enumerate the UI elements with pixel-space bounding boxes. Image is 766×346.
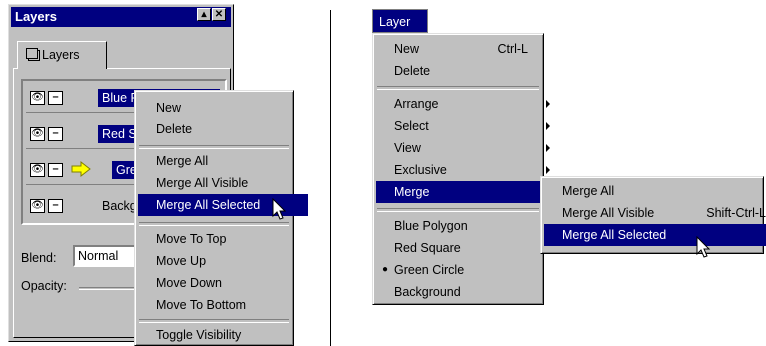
menu-item-layer-blue-polygon[interactable]: Blue Polygon (376, 215, 558, 237)
menu-separator (139, 222, 289, 226)
menu-item-label: Merge (394, 185, 430, 199)
lock-toggle-icon[interactable]: – (48, 91, 63, 105)
tab-layers[interactable]: Layers (17, 41, 107, 69)
submenu-arrow-icon (546, 144, 550, 152)
menu-item-new[interactable]: New Ctrl-L (376, 38, 558, 60)
menu-item-label: Arrange (394, 97, 439, 111)
menu-item-toggle-visibility[interactable]: Toggle Visibility (138, 324, 308, 346)
menu-item-shortcut: Shift-Ctrl-L (706, 206, 766, 220)
menu-item-label: Merge All Selected (156, 198, 261, 212)
menu-item-delete[interactable]: Delete (138, 118, 308, 140)
lock-toggle-icon[interactable]: – (48, 199, 63, 213)
close-button[interactable]: ✕ (212, 8, 226, 21)
menu-item-label: Green Circle (394, 263, 465, 277)
mouse-pointer-icon (272, 198, 287, 220)
submenu-arrow-icon (546, 166, 550, 174)
menu-item-select[interactable]: Select (376, 115, 558, 137)
lock-toggle-icon[interactable]: – (48, 127, 63, 141)
menu-separator (139, 319, 289, 323)
menu-item-merge-all-selected[interactable]: Merge All Selected (544, 224, 766, 246)
menu-separator (377, 208, 539, 212)
menu-item-move-up[interactable]: Move Up (138, 250, 308, 272)
menu-separator (139, 145, 289, 149)
menu-item-label: Background (394, 285, 461, 299)
menu-item-arrange[interactable]: Arrange (376, 93, 558, 115)
menu-item-label: New (394, 42, 420, 56)
menu-item-label: Delete (394, 64, 431, 78)
menu-item-delete[interactable]: Delete (376, 60, 558, 82)
menu-item-move-to-bottom[interactable]: Move To Bottom (138, 294, 308, 316)
eye-icon[interactable]: 👁 (30, 163, 45, 177)
menu-item-merge-all-visible[interactable]: Merge All Visible (138, 172, 308, 194)
menu-item-label: Move To Bottom (156, 298, 247, 312)
menu-item-label: Exclusive (394, 163, 447, 177)
menu-item-shortcut: Ctrl-L (497, 42, 528, 56)
blend-label: Blend: (21, 251, 57, 265)
layers-icon (26, 48, 38, 59)
menu-item-label: Merge All Visible (562, 206, 655, 220)
menu-item-label: Delete (156, 122, 193, 136)
lock-toggle-icon[interactable]: – (48, 163, 63, 177)
menu-item-merge[interactable]: Merge (376, 181, 558, 203)
menu-item-layer-background[interactable]: Background (376, 281, 558, 303)
eye-icon[interactable]: 👁 (30, 91, 45, 105)
menubar-item-label: Layer (379, 15, 411, 29)
menu-item-merge-all-visible[interactable]: Merge All Visible Shift-Ctrl-L (544, 202, 766, 224)
menu-item-label: Move Up (156, 254, 207, 268)
menubar-item-layer[interactable]: Layer (372, 9, 428, 33)
menu-item-layer-green-circle[interactable]: ● Green Circle (376, 259, 558, 281)
menu-item-layer-red-square[interactable]: Red Square (376, 237, 558, 259)
opacity-label: Opacity: (21, 279, 67, 293)
minimize-button[interactable]: ▴ (197, 8, 211, 21)
menu-item-label: Merge All (156, 154, 209, 168)
tab-layers-label: Layers (42, 48, 80, 62)
layers-panel-title: Layers (15, 9, 57, 24)
eye-icon[interactable]: 👁 (30, 199, 45, 213)
menu-item-label: View (394, 141, 421, 155)
layer-context-menu: New Delete Merge All Merge All Visible M… (134, 90, 308, 346)
menu-item-label: Move To Top (156, 232, 227, 246)
layer-menu: New Ctrl-L Delete Arrange Select View Ex… (372, 33, 558, 305)
menu-item-merge-all[interactable]: Merge All (138, 150, 308, 172)
menu-item-label: Toggle Visibility (156, 328, 242, 342)
eye-icon[interactable]: 👁 (30, 127, 45, 141)
menu-item-view[interactable]: View (376, 137, 558, 159)
merge-submenu: Merge All Merge All Visible Shift-Ctrl-L… (540, 176, 766, 254)
menu-item-merge-all[interactable]: Merge All (544, 180, 766, 202)
menu-item-exclusive[interactable]: Exclusive (376, 159, 558, 181)
menu-item-label: Move Down (156, 276, 222, 290)
menu-separator (377, 86, 539, 90)
menu-item-label: Merge All Selected (562, 228, 667, 242)
active-layer-arrow-icon (71, 160, 91, 178)
menu-item-move-down[interactable]: Move Down (138, 272, 308, 294)
submenu-arrow-icon (546, 100, 550, 108)
menu-item-label: New (156, 101, 182, 115)
menu-item-label: Red Square (394, 241, 461, 255)
submenu-arrow-icon (546, 122, 550, 130)
menu-item-label: Blue Polygon (394, 219, 468, 233)
menu-item-label: Merge All Visible (156, 176, 249, 190)
menu-item-label: Select (394, 119, 429, 133)
menu-item-new[interactable]: New (138, 97, 308, 119)
menu-item-move-to-top[interactable]: Move To Top (138, 228, 308, 250)
menu-item-label: Merge All (562, 184, 615, 198)
divider (330, 10, 331, 346)
radio-check-icon: ● (382, 264, 389, 275)
mouse-pointer-icon (696, 236, 711, 258)
blend-mode-value: Normal (78, 249, 119, 263)
